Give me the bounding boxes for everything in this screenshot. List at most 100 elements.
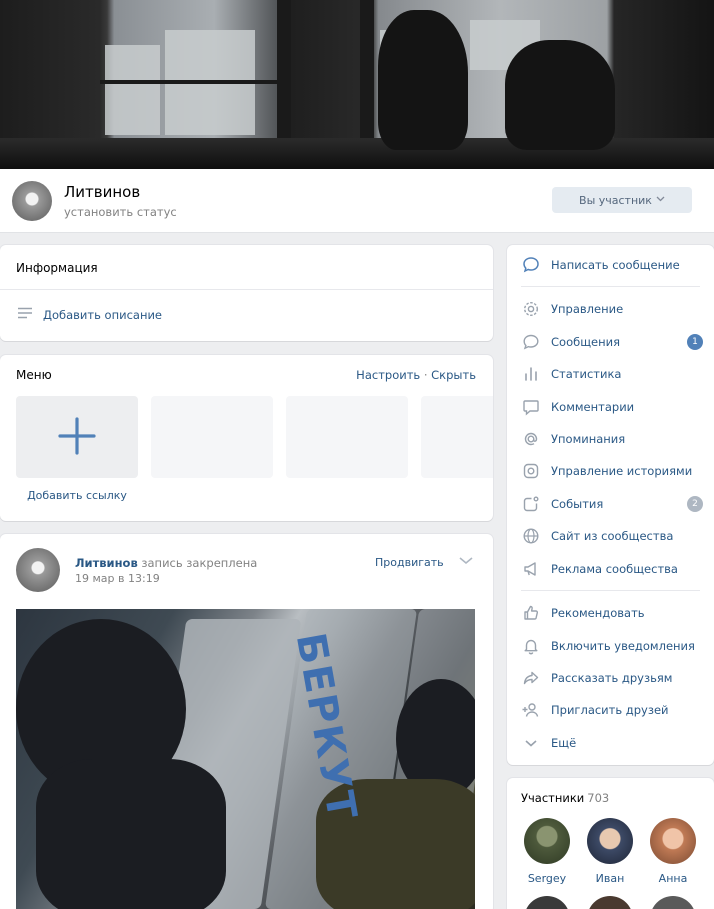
sidebar-item-label: Реклама сообщества (551, 562, 678, 576)
bar-chart-icon (521, 364, 541, 384)
add-link-tile[interactable] (16, 396, 138, 478)
megaphone-icon (521, 559, 541, 579)
gear-icon (521, 299, 541, 319)
sidebar-item-label: Комментарии (551, 400, 635, 414)
members-block: Участники 703 Sergey Иван Анна (507, 778, 714, 909)
avatar[interactable] (650, 896, 696, 909)
post-author-line: Литвинов запись закреплена (75, 556, 257, 570)
group-avatar[interactable] (12, 181, 52, 221)
member-name: Sergey (527, 872, 567, 885)
member-button[interactable]: Вы участник (552, 187, 692, 213)
menu-placeholder-tile (151, 396, 273, 478)
divider (521, 286, 700, 287)
menu-placeholder-tile (286, 396, 408, 478)
sidebar-item-notifications[interactable]: Включить уведомления (521, 634, 709, 658)
member-name: Анна (658, 872, 688, 885)
menu-card: Меню Настроить · Скрыть Добавить ссылку (0, 355, 493, 521)
avatar[interactable] (524, 896, 570, 909)
member-name: Иван (595, 872, 625, 885)
events-badge: 2 (687, 496, 703, 512)
menu-placeholder-tile (421, 396, 493, 478)
thumbs-up-icon (521, 603, 541, 623)
sidebar-item-label: Упоминания (551, 432, 626, 446)
sidebar-item-label: Написать сообщение (551, 258, 680, 272)
member-item[interactable]: Иван (580, 818, 640, 885)
info-card: Информация Добавить описание (0, 245, 493, 341)
avatar (524, 818, 570, 864)
sidebar-item-messages[interactable]: Сообщения 1 (521, 330, 709, 354)
menu-actions: Настроить · Скрыть (356, 368, 476, 382)
bell-icon (521, 636, 541, 656)
chat-bubble-icon (521, 332, 541, 352)
stories-icon (521, 461, 541, 481)
separator: · (423, 368, 428, 382)
post-photo[interactable]: БЕРКУТ (16, 609, 475, 909)
post-author-avatar[interactable] (16, 548, 60, 592)
chevron-down-icon (656, 195, 665, 205)
messages-badge: 1 (687, 334, 703, 350)
post-pinned-text: запись закреплена (141, 556, 258, 570)
menu-title: Меню (16, 368, 52, 382)
sidebar-item-label: Сообщения (551, 335, 621, 349)
promote-button[interactable]: Продвигать (375, 556, 444, 569)
sidebar-item-more[interactable]: Ещё (521, 731, 709, 755)
chevron-down-icon (521, 733, 541, 753)
sidebar-item-mentions[interactable]: Упоминания (521, 427, 709, 451)
sidebar-item-site[interactable]: Сайт из сообщества (521, 524, 709, 548)
members-title[interactable]: Участники 703 (521, 791, 609, 805)
comment-icon (521, 397, 541, 417)
avatar (650, 818, 696, 864)
sidebar-item-label: Рассказать друзьям (551, 671, 673, 685)
sidebar-item-label: Статистика (551, 367, 622, 381)
add-link-label[interactable]: Добавить ссылку (16, 489, 138, 502)
sidebar-item-label: Управление историями (551, 464, 693, 478)
add-description-label: Добавить описание (43, 307, 163, 322)
sidebar-item-comments[interactable]: Комментарии (521, 395, 709, 419)
post-date[interactable]: 19 мар в 13:19 (75, 572, 160, 585)
sidebar-item-tell-friends[interactable]: Рассказать друзьям (521, 666, 709, 690)
members-title-label: Участники (521, 791, 585, 805)
set-status-link[interactable]: установить статус (64, 205, 177, 219)
at-sign-icon (521, 429, 541, 449)
member-button-label: Вы участник (579, 193, 652, 207)
divider (0, 289, 493, 290)
add-user-icon (521, 700, 541, 720)
globe-icon (521, 526, 541, 546)
sidebar-item-label: Управление (551, 302, 624, 316)
sidebar-item-events[interactable]: События 2 (521, 492, 709, 516)
plus-icon (58, 416, 96, 458)
lines-icon (17, 307, 33, 322)
share-arrow-icon (521, 668, 541, 688)
cover-image (0, 0, 714, 169)
sidebar-item-label: Рекомендовать (551, 606, 645, 620)
chevron-down-icon[interactable] (458, 555, 474, 567)
add-description-link[interactable]: Добавить описание (17, 307, 162, 322)
member-item[interactable]: Анна (643, 818, 703, 885)
sidebar-item-manage[interactable]: Управление (521, 297, 709, 321)
pinned-post: Литвинов запись закреплена 19 мар в 13:1… (0, 534, 493, 909)
event-icon (521, 494, 541, 514)
sidebar-item-ads[interactable]: Реклама сообщества (521, 557, 709, 581)
sidebar-item-stories[interactable]: Управление историями (521, 459, 709, 483)
sidebar-item-label: Пригласить друзей (551, 703, 669, 717)
post-author-name[interactable]: Литвинов (75, 556, 138, 570)
message-bubble-icon (521, 255, 541, 275)
configure-link[interactable]: Настроить (356, 368, 420, 382)
info-title: Информация (16, 261, 98, 275)
community-actions: Написать сообщение Управление Сообщения … (507, 245, 714, 765)
group-header: Литвинов установить статус Вы участник (0, 169, 714, 233)
sidebar-item-recommend[interactable]: Рекомендовать (521, 601, 709, 625)
sidebar-item-write-message[interactable]: Написать сообщение (521, 253, 709, 277)
hide-link[interactable]: Скрыть (431, 368, 476, 382)
sidebar-item-label: Ещё (551, 736, 577, 750)
members-count: 703 (587, 791, 610, 805)
avatar (587, 818, 633, 864)
member-item[interactable]: Sergey (517, 818, 577, 885)
avatar[interactable] (587, 896, 633, 909)
sidebar-item-invite[interactable]: Пригласить друзей (521, 698, 709, 722)
sidebar-item-label: События (551, 497, 604, 511)
sidebar-item-label: Сайт из сообщества (551, 529, 674, 543)
group-name: Литвинов (64, 183, 141, 201)
sidebar-item-statistics[interactable]: Статистика (521, 362, 709, 386)
sidebar-item-label: Включить уведомления (551, 639, 695, 653)
